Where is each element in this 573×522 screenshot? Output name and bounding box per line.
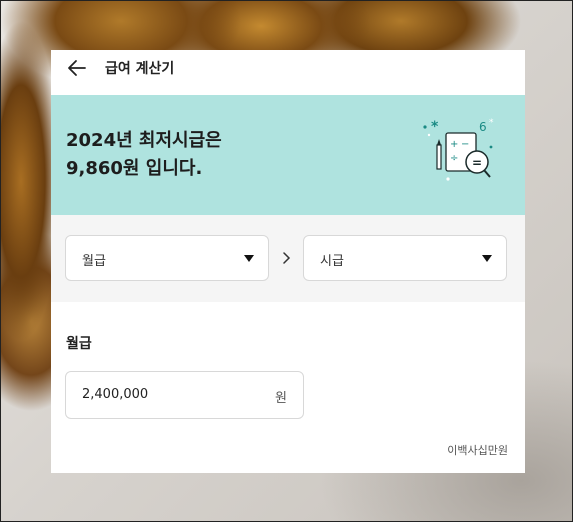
svg-text:6: 6 — [479, 120, 487, 134]
svg-text:+: + — [450, 139, 458, 150]
to-unit-select[interactable]: 시급 — [303, 235, 507, 281]
salary-calculator-panel: 급여 계산기 2024년 최저시급은 9,860원 입니다. * 6 * + −… — [51, 50, 525, 473]
caret-down-icon — [244, 255, 254, 262]
arrow-left-icon[interactable] — [65, 56, 89, 80]
amount-reading: 이백사십만원 — [447, 444, 508, 457]
amount-value: 2,400,000 — [82, 387, 149, 402]
unit-converter: 월급 시급 — [51, 215, 525, 302]
amount-input[interactable]: 2,400,000 원 — [65, 371, 304, 419]
banner-line-2: 9,860원 입니다. — [66, 158, 203, 179]
calculator-magnifier-icon: * 6 * + − ÷ = — [423, 118, 494, 181]
banner-text: 2024년 최저시급은 9,860원 입니다. — [66, 127, 222, 183]
svg-text:*: * — [431, 119, 439, 135]
to-unit-label: 시급 — [320, 254, 344, 269]
svg-text:=: = — [472, 156, 482, 170]
background-photo: 급여 계산기 2024년 최저시급은 9,860원 입니다. * 6 * + −… — [0, 0, 573, 522]
svg-text:÷: ÷ — [450, 153, 458, 164]
banner-line-1: 2024년 최저시급은 — [66, 130, 222, 151]
caret-down-icon — [482, 255, 492, 262]
amount-label: 월급 — [66, 336, 92, 352]
minimum-wage-banner: 2024년 최저시급은 9,860원 입니다. * 6 * + − ÷ = — [51, 95, 525, 215]
top-bar: 급여 계산기 — [51, 50, 525, 94]
from-unit-select[interactable]: 월급 — [65, 235, 269, 281]
svg-text:−: − — [461, 139, 469, 150]
amount-unit: 원 — [275, 391, 287, 406]
svg-text:*: * — [489, 118, 494, 128]
from-unit-label: 월급 — [82, 254, 106, 269]
page-title: 급여 계산기 — [105, 61, 175, 77]
chevron-right-icon — [280, 248, 294, 268]
